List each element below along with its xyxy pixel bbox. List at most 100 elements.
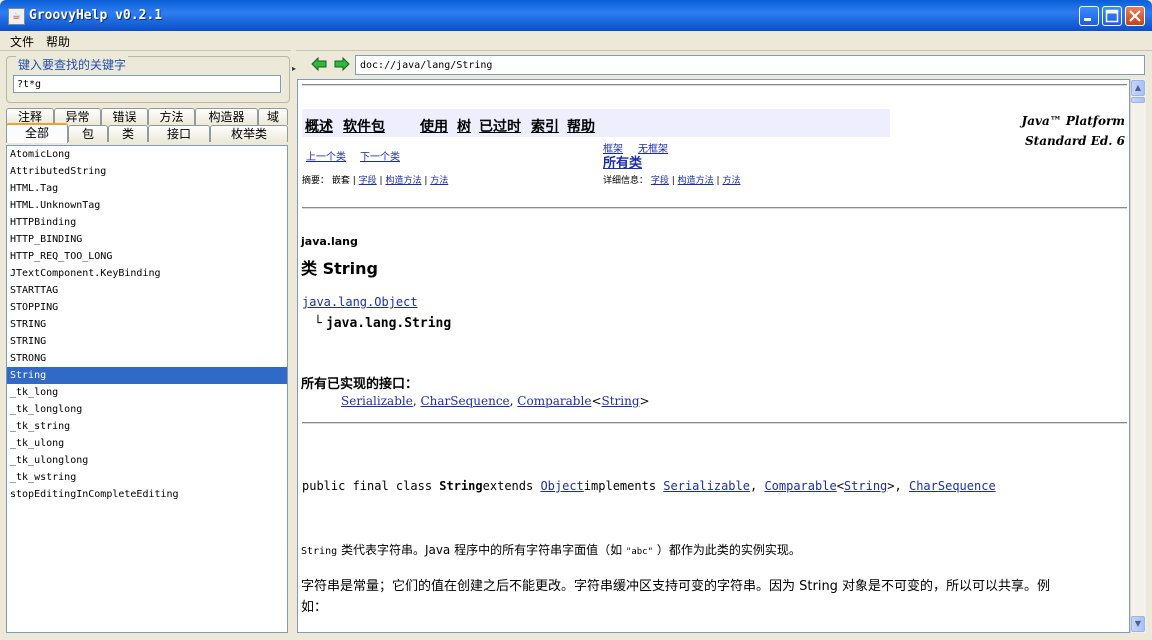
- tab-error[interactable]: 错误: [101, 108, 148, 125]
- result-list[interactable]: AtomicLong AttributedString HTML.Tag HTML.U…: [6, 145, 288, 633]
- all-classes-link[interactable]: 所有类: [603, 152, 642, 171]
- para1-text-1: 类代表字符串。Java 程序中的所有字符串字面值（如: [337, 543, 626, 557]
- search-legend: 键入要查找的关键字: [16, 56, 129, 73]
- list-item[interactable]: _tk_longlong: [7, 401, 287, 418]
- list-item[interactable]: STOPPING: [7, 299, 287, 316]
- scroll-thumb[interactable]: [1131, 97, 1145, 103]
- list-item[interactable]: STARTTAG: [7, 282, 287, 299]
- nav-deprecated-link[interactable]: 已过时: [479, 116, 521, 136]
- list-item[interactable]: AtomicLong: [7, 146, 287, 163]
- tree-branch-icon: └: [314, 316, 322, 331]
- close-button[interactable]: [1125, 6, 1145, 26]
- description-para-2-line-2: 如：: [301, 600, 328, 615]
- list-item[interactable]: STRING: [7, 316, 287, 333]
- doc-nav-band: [302, 109, 890, 137]
- interfaces-list: Serializable, CharSequence, Comparable<S…: [341, 394, 650, 408]
- nav-help-link[interactable]: 帮助: [567, 116, 595, 136]
- decl-comparable-link[interactable]: Comparable: [764, 479, 836, 493]
- split-pane-divider[interactable]: [291, 50, 296, 640]
- scroll-down-icon: ▼: [1134, 619, 1142, 628]
- interfaces-heading: 所有已实现的接口：: [301, 377, 419, 392]
- menu-file[interactable]: 文件: [10, 33, 34, 50]
- list-item[interactable]: HTTPBinding: [7, 214, 287, 231]
- interface-serializable-link[interactable]: Serializable: [341, 394, 413, 408]
- nav-tree-link[interactable]: 树: [457, 116, 471, 136]
- list-item[interactable]: stopEditingInCompleteEditing: [7, 486, 287, 503]
- tab-interface[interactable]: 接口: [148, 125, 210, 142]
- nav-overview-link[interactable]: 概述: [305, 116, 333, 136]
- list-item[interactable]: _tk_string: [7, 418, 287, 435]
- tab-package[interactable]: 包: [68, 125, 108, 142]
- list-item[interactable]: AttributedString: [7, 163, 287, 180]
- forward-button[interactable]: [334, 56, 350, 72]
- list-item[interactable]: JTextComponent.KeyBinding: [7, 265, 287, 282]
- vertical-scrollbar[interactable]: [1130, 79, 1146, 633]
- back-button[interactable]: [311, 56, 327, 72]
- summary-method-link[interactable]: 方法: [430, 176, 448, 186]
- detail-field-link[interactable]: 字段: [651, 176, 669, 186]
- summary-nested: 嵌套: [331, 176, 350, 186]
- interface-comparable-link[interactable]: Comparable: [517, 394, 591, 408]
- nav-index-link[interactable]: 索引: [531, 116, 559, 136]
- no-frames-link[interactable]: 无框架: [638, 140, 668, 155]
- decl-comparable-arg-link[interactable]: String: [844, 479, 887, 493]
- package-name: java.lang: [301, 235, 358, 248]
- list-item[interactable]: _tk_ulonglong: [7, 452, 287, 469]
- minimize-button[interactable]: [1079, 6, 1099, 26]
- divider: [302, 207, 1127, 209]
- list-item[interactable]: _tk_long: [7, 384, 287, 401]
- list-item[interactable]: STRING: [7, 333, 287, 350]
- list-item[interactable]: _tk_ulong: [7, 435, 287, 452]
- forward-arrow-icon: [334, 56, 350, 72]
- tab-class[interactable]: 类: [108, 125, 148, 142]
- platform-line-1: Java™ Platform: [1021, 114, 1125, 128]
- summary-row: 摘要： 嵌套 | 字段 | 构造方法 | 方法: [302, 176, 449, 186]
- nav-use-link[interactable]: 使用: [420, 116, 448, 136]
- prev-class-link[interactable]: 上一个类: [306, 148, 346, 163]
- class-heading: 类 String: [301, 259, 378, 278]
- maximize-icon: [1105, 9, 1119, 23]
- decl-super-link[interactable]: Object: [540, 479, 583, 493]
- tab-enum[interactable]: 枚举类: [210, 125, 288, 142]
- address-field[interactable]: doc://java/lang/String: [355, 55, 1145, 75]
- detail-constructor-link[interactable]: 构造方法: [678, 176, 714, 186]
- para1-code-2: "abc": [625, 547, 654, 557]
- scroll-down-button[interactable]: ▼: [1131, 616, 1145, 632]
- tree-branch: └ java.lang.String: [314, 316, 451, 331]
- decl-name: String: [439, 479, 483, 493]
- scroll-up-button[interactable]: ▲: [1131, 80, 1145, 96]
- description-para-1: String 类代表字符串。Java 程序中的所有字符串字面值（如 "abc" …: [301, 541, 801, 558]
- title-bar[interactable]: [0, 0, 1152, 31]
- list-item[interactable]: HTML.Tag: [7, 180, 287, 197]
- interface-charsequence-link[interactable]: CharSequence: [420, 394, 509, 408]
- minimize-icon: [1084, 18, 1091, 21]
- tab-constructor[interactable]: 构造器: [195, 108, 258, 125]
- description-para-2-line-1: 字符串是常量；它们的值在创建之后不能更改。字符串缓冲区支持可变的字符串。因为 S…: [301, 579, 1051, 594]
- divider: [302, 422, 1127, 424]
- search-input[interactable]: ?t*g: [13, 75, 281, 93]
- list-item[interactable]: String: [7, 367, 287, 384]
- interface-comparable-arg-link[interactable]: String: [602, 394, 640, 408]
- tab-field[interactable]: 域: [258, 108, 288, 125]
- collapse-arrow-icon[interactable]: ▸: [292, 64, 296, 73]
- list-item[interactable]: HTML.UnknownTag: [7, 197, 287, 214]
- next-class-link[interactable]: 下一个类: [360, 148, 400, 163]
- list-item[interactable]: HTTP_BINDING: [7, 231, 287, 248]
- list-item[interactable]: HTTP_REQ_TOO_LONG: [7, 248, 287, 265]
- scroll-up-icon: ▲: [1134, 83, 1142, 92]
- documentation-pane: 概述 软件包 使用 树 已过时 索引 帮助 Java™ Platform Sta…: [297, 79, 1130, 633]
- list-item[interactable]: _tk_wstring: [7, 469, 287, 486]
- nav-package-link[interactable]: 软件包: [343, 116, 385, 136]
- decl-charsequence-link[interactable]: CharSequence: [909, 479, 996, 493]
- detail-method-link[interactable]: 方法: [722, 176, 740, 186]
- summary-field-link[interactable]: 字段: [359, 176, 377, 186]
- menu-help[interactable]: 帮助: [46, 33, 70, 50]
- summary-constructor-link[interactable]: 构造方法: [385, 176, 421, 186]
- decl-serializable-link[interactable]: Serializable: [663, 479, 750, 493]
- summary-label: 摘要：: [302, 176, 330, 186]
- maximize-button[interactable]: [1102, 6, 1122, 26]
- list-item[interactable]: STRONG: [7, 350, 287, 367]
- superclass-link[interactable]: java.lang.Object: [302, 295, 418, 309]
- tab-method[interactable]: 方法: [148, 108, 195, 125]
- tab-all[interactable]: 全部: [6, 123, 68, 143]
